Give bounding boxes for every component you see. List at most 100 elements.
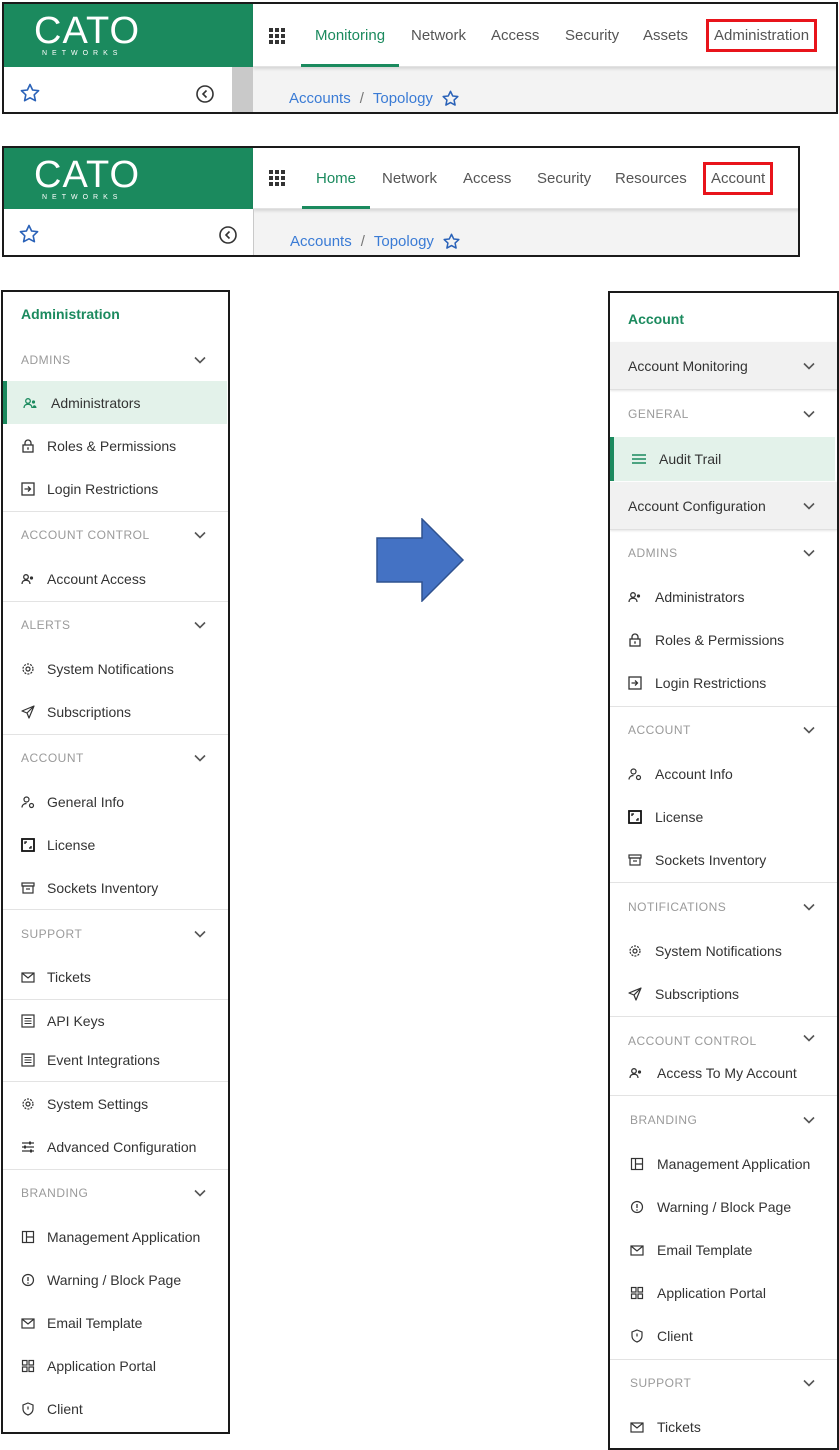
section-admins[interactable]: ADMINS (3, 346, 228, 374)
sidebar-item-login-restrictions[interactable]: Login Restrictions (3, 469, 228, 509)
collapse-sidebar-icon[interactable] (195, 84, 215, 104)
divider (3, 734, 228, 735)
sidebar-item-event-integrations[interactable]: Event Integrations (3, 1040, 228, 1080)
section-branding[interactable]: BRANDING (610, 1106, 837, 1134)
section-account-control[interactable]: ACCOUNT CONTROL (610, 1027, 837, 1055)
sidebar-item-license[interactable]: License (3, 825, 228, 865)
sidebar-item-tickets[interactable]: Tickets (610, 1407, 837, 1447)
right-arrow-icon (376, 518, 465, 602)
apps-grid-icon (630, 1286, 644, 1300)
old-admin-sidebar: Administration ADMINS Administrators Rol… (1, 290, 230, 1434)
breadcrumb-topology[interactable]: Topology (373, 90, 433, 107)
sidebar-item-access-to-my-account[interactable]: Access To My Account (610, 1053, 837, 1093)
sidebar-item-email-template[interactable]: Email Template (3, 1303, 228, 1343)
sidebar-item-license[interactable]: License (610, 797, 837, 837)
section-branding[interactable]: BRANDING (3, 1179, 228, 1207)
layout-icon (630, 1157, 644, 1171)
sidebar-item-advanced-configuration[interactable]: Advanced Configuration (3, 1127, 228, 1167)
collapse-sidebar-icon[interactable] (218, 225, 238, 245)
breadcrumb-separator: / (360, 233, 365, 250)
cato-logo[interactable]: CATO NETWORKS (4, 148, 253, 209)
section-account[interactable]: ACCOUNT (3, 744, 228, 772)
sidebar-item-management-application[interactable]: Management Application (610, 1144, 837, 1184)
divider (3, 909, 228, 910)
sidebar-item-client[interactable]: Client (3, 1389, 228, 1429)
sidebar-item-system-notifications[interactable]: System Notifications (610, 931, 837, 971)
mail-icon (21, 972, 35, 983)
breadcrumb-topology[interactable]: Topology (374, 233, 434, 250)
favorite-star-icon[interactable] (19, 224, 39, 244)
section-support[interactable]: SUPPORT (610, 1369, 837, 1397)
chevron-down-icon (803, 1379, 815, 1387)
login-icon (21, 482, 35, 496)
nav-network[interactable]: Network (411, 4, 466, 66)
nav-access[interactable]: Access (463, 148, 511, 208)
lock-icon (22, 439, 34, 453)
nav-home[interactable]: Home (301, 148, 371, 209)
nav-administration[interactable]: Administration (705, 19, 818, 52)
logo-word: CATO (34, 154, 141, 196)
favorite-star-icon[interactable] (20, 83, 40, 103)
sidebar-item-account-info[interactable]: Account Info (610, 754, 837, 794)
sidebar-item-administrators[interactable]: Administrators (3, 381, 227, 424)
chevron-down-icon (194, 621, 206, 629)
sidebar-item-administrators[interactable]: Administrators (610, 577, 837, 617)
section-account-control[interactable]: ACCOUNT CONTROL (3, 521, 228, 549)
sidebar-item-account-access[interactable]: Account Access (3, 559, 228, 599)
nav-assets[interactable]: Assets (643, 4, 688, 66)
nav-access[interactable]: Access (491, 4, 539, 66)
breadcrumb-accounts[interactable]: Accounts (289, 90, 351, 107)
nav-network[interactable]: Network (382, 148, 437, 208)
bookmark-star-icon[interactable] (442, 90, 459, 107)
nav-security[interactable]: Security (537, 148, 591, 208)
sidebar-item-warning-block-page[interactable]: Warning / Block Page (610, 1187, 837, 1227)
sidebar-item-application-portal[interactable]: Application Portal (610, 1273, 837, 1313)
sidebar-item-application-portal[interactable]: Application Portal (3, 1346, 228, 1386)
breadcrumb-separator: / (359, 90, 364, 107)
section-general[interactable]: GENERAL (610, 400, 837, 428)
sidebar-item-roles-permissions[interactable]: Roles & Permissions (610, 620, 837, 660)
sidebar-item-email-template[interactable]: Email Template (610, 1230, 837, 1270)
lines-icon (632, 454, 646, 464)
gear-icon (629, 945, 641, 957)
sidebar-item-api-keys[interactable]: API Keys (3, 1001, 228, 1041)
sidebar-item-login-restrictions[interactable]: Login Restrictions (610, 663, 837, 703)
sidebar-item-client[interactable]: Client (610, 1316, 837, 1356)
sidebar-item-audit-trail[interactable]: Audit Trail (610, 437, 835, 481)
sidebar-item-management-application[interactable]: Management Application (3, 1217, 228, 1257)
section-account[interactable]: ACCOUNT (610, 716, 837, 744)
sidebar-item-roles-permissions[interactable]: Roles & Permissions (3, 426, 228, 466)
sidebar-item-subscriptions[interactable]: Subscriptions (610, 974, 837, 1014)
nav-account[interactable]: Account (702, 162, 774, 195)
divider (3, 1081, 228, 1082)
sidebar-item-tickets[interactable]: Tickets (3, 957, 228, 997)
nav-monitoring[interactable]: Monitoring (300, 4, 400, 67)
sidebar-item-general-info[interactable]: General Info (3, 782, 228, 822)
group-account-monitoring[interactable]: Account Monitoring (610, 342, 837, 390)
breadcrumb-accounts[interactable]: Accounts (290, 233, 352, 250)
cato-logo[interactable]: CATO NETWORKS (4, 4, 253, 67)
sidebar-item-subscriptions[interactable]: Subscriptions (3, 692, 228, 732)
license-icon (21, 838, 35, 852)
section-alerts[interactable]: ALERTS (3, 611, 228, 639)
nav-security[interactable]: Security (565, 4, 619, 66)
section-notifications[interactable]: NOTIFICATIONS (610, 893, 837, 921)
group-account-configuration[interactable]: Account Configuration (610, 482, 837, 530)
sidebar-item-warning-block-page[interactable]: Warning / Block Page (3, 1260, 228, 1300)
sidebar-item-system-notifications[interactable]: System Notifications (3, 649, 228, 689)
app-grid-icon[interactable] (269, 170, 285, 186)
section-admins[interactable]: ADMINS (610, 539, 837, 567)
info-circle-icon (630, 1200, 644, 1214)
app-grid-icon[interactable] (269, 28, 285, 44)
sidebar-item-system-settings[interactable]: System Settings (3, 1084, 228, 1124)
new-top-bar: CATO NETWORKS Home Network Access Securi… (2, 146, 800, 257)
gear-icon (22, 663, 34, 675)
users-icon (23, 397, 37, 408)
mail-icon (630, 1245, 644, 1256)
nav-resources[interactable]: Resources (615, 148, 687, 208)
divider (610, 706, 837, 707)
sidebar-item-sockets-inventory[interactable]: Sockets Inventory (610, 840, 837, 880)
section-support[interactable]: SUPPORT (3, 920, 228, 948)
sidebar-item-sockets-inventory[interactable]: Sockets Inventory (3, 868, 228, 908)
bookmark-star-icon[interactable] (443, 233, 460, 250)
